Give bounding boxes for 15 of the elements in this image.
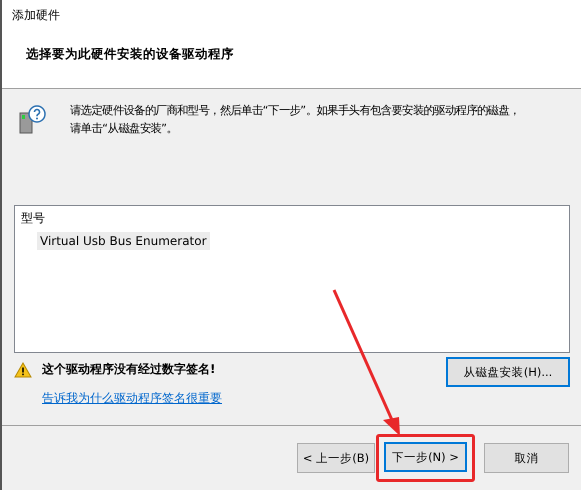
dialog-button[interactable]: < 上一步(B) (297, 443, 375, 473)
model-item[interactable]: Virtual Usb Bus Enumerator (37, 232, 210, 250)
warning-text: 这个驱动程序没有经过数字签名! (42, 361, 216, 378)
page-heading: 选择要为此硬件安装的设备驱动程序 (26, 46, 235, 63)
instruction-text: 请选定硬件设备的厂商和型号，然后单击“下一步”。如果手头有包含要安装的驱动程序的磁盘， (70, 103, 520, 119)
have-disk-button[interactable]: 从磁盘安装(H)... (446, 357, 570, 387)
column-header: 型号 (21, 210, 45, 227)
dialog-button[interactable]: 取消 (484, 443, 569, 473)
signing-link[interactable]: 告诉我为什么驱动程序签名很重要 (42, 390, 222, 407)
model-list[interactable]: 型号 Virtual Usb Bus Enumerator (14, 205, 570, 353)
window-title: 添加硬件 (12, 7, 61, 24)
warning-icon (14, 362, 32, 378)
instruction-text: 请单击“从磁盘安装”。 (70, 121, 178, 137)
hardware-help-icon (18, 105, 46, 135)
dialog-button[interactable]: 下一步(N) > (384, 442, 467, 472)
